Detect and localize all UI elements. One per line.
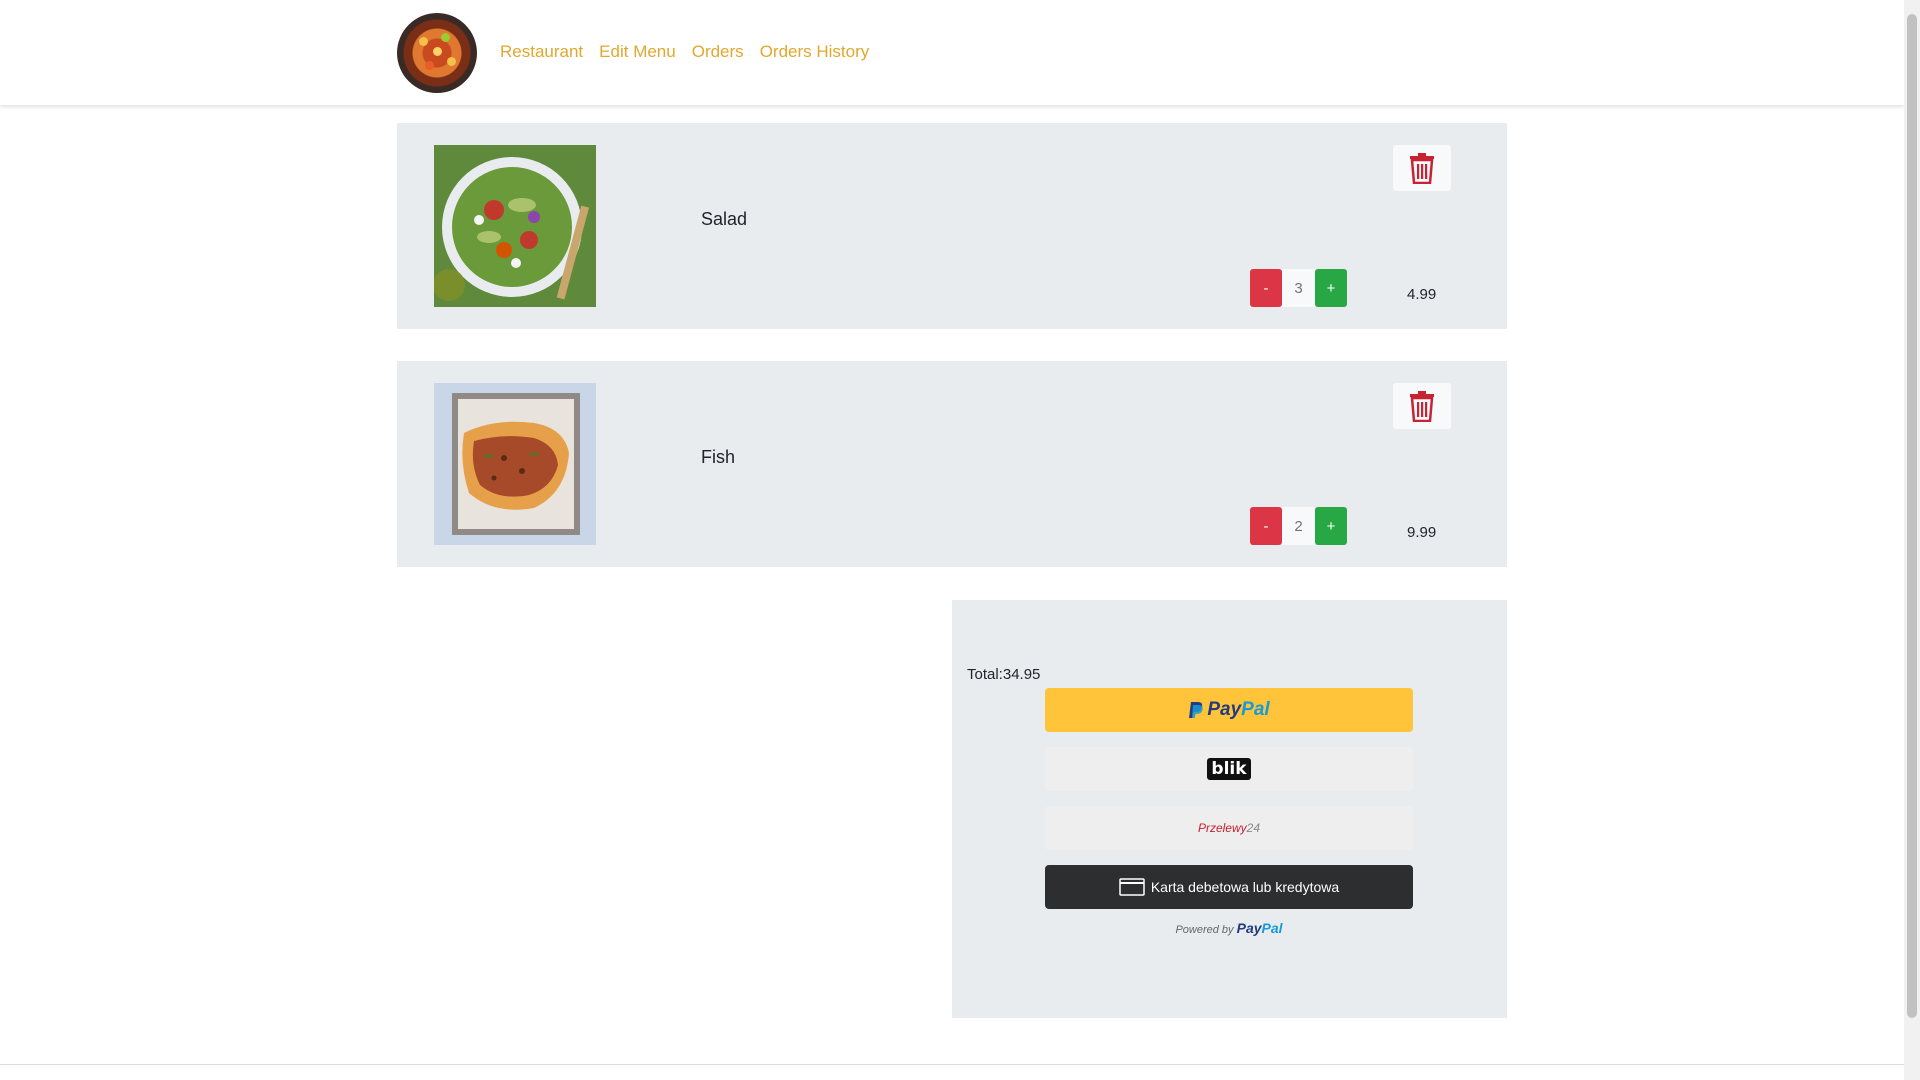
p24-label: Przelewy [1197, 821, 1247, 835]
restaurant-logo[interactable] [397, 13, 477, 93]
quantity-value: 2 [1282, 507, 1315, 545]
cart-item: Fish - 2 + 9.99 [397, 361, 1507, 567]
item-price: 4.99 [1407, 286, 1437, 303]
order-total: Total:34.95 [967, 666, 1040, 683]
paypal-icon [1189, 702, 1204, 718]
delete-item-button[interactable] [1393, 383, 1451, 429]
nav-link-edit-menu[interactable]: Edit Menu [599, 42, 676, 62]
nav-link-orders[interactable]: Orders [692, 42, 744, 62]
nav-link-restaurant[interactable]: Restaurant [500, 42, 583, 62]
quantity-stepper: - 3 + [1250, 269, 1347, 307]
increase-quantity-button[interactable]: + [1315, 269, 1347, 307]
scroll-thumb[interactable] [1907, 14, 1917, 1018]
powered-brand-pal: Pal [1261, 920, 1283, 936]
decrease-quantity-button[interactable]: - [1250, 507, 1282, 545]
fish-image [434, 383, 596, 545]
quantity-value: 3 [1282, 269, 1315, 307]
powered-by-text: Powered by [1175, 924, 1234, 936]
card-button-label: Karta debetowa lub kredytowa [1150, 879, 1340, 895]
blik-button[interactable]: blik [1045, 747, 1413, 791]
item-name: Salad [701, 209, 748, 229]
nav-link-orders-history[interactable]: Orders History [760, 42, 870, 62]
quantity-stepper: - 2 + [1250, 507, 1347, 545]
trash-icon [1410, 391, 1434, 422]
item-price: 9.99 [1407, 524, 1437, 541]
increase-quantity-button[interactable]: + [1315, 507, 1347, 545]
p24-num: 24 [1246, 821, 1261, 835]
paypal-label-pay: Pay [1207, 699, 1242, 720]
paypal-button[interactable]: Pay Pal [1045, 688, 1413, 732]
item-name: Fish [701, 447, 736, 467]
delete-item-button[interactable] [1393, 145, 1451, 191]
blik-logo: blik [1207, 758, 1251, 780]
footer-divider [0, 1064, 1904, 1065]
cart-item: Salad - 3 + 4.99 [397, 123, 1507, 329]
total-value: 34.95 [1002, 666, 1041, 683]
nav-links: Restaurant Edit Menu Orders Orders Histo… [500, 42, 869, 62]
salad-image [434, 145, 596, 307]
decrease-quantity-button[interactable]: - [1250, 269, 1282, 307]
powered-by-paypal: Powered by PayPal [1045, 920, 1413, 936]
powered-brand-pay: Pay [1236, 920, 1262, 936]
navbar: Restaurant Edit Menu Orders Orders Histo… [0, 0, 1904, 105]
przelewy24-button[interactable]: Przelewy24 [1045, 806, 1413, 850]
total-label: Total: [967, 666, 1003, 683]
trash-icon [1410, 153, 1434, 184]
credit-card-icon [1119, 878, 1145, 896]
przelewy24-logo: Przelewy24 [1198, 821, 1260, 835]
paypal-label-pal: Pal [1241, 699, 1270, 720]
card-payment-button[interactable]: Karta debetowa lub kredytowa [1045, 865, 1413, 909]
checkout-panel: Total:34.95 Pay Pal blik Przelewy24 Karta… [952, 600, 1507, 1018]
page-scrollbar[interactable] [1904, 0, 1920, 1080]
